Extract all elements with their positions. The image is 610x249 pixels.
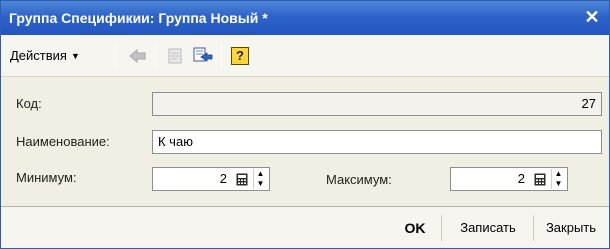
- min-spinner[interactable]: ▲ ▼: [253, 169, 267, 189]
- title-bar[interactable]: Группа Спецификии: Группа Новый * ✕: [1, 1, 609, 35]
- calculator-icon[interactable]: [532, 170, 548, 188]
- close-button[interactable]: Закрыть: [536, 207, 606, 249]
- form-body: Код: 27 Наименование: К чаю Минимум: 2 ▲…: [1, 78, 609, 206]
- calculator-icon[interactable]: [234, 170, 250, 188]
- actions-menu-button[interactable]: Действия ▼: [7, 46, 83, 66]
- toolbar: Действия ▼ ?: [1, 35, 609, 77]
- arrow-left-icon[interactable]: [127, 45, 149, 67]
- toolbar-separator: [221, 44, 222, 68]
- ok-button[interactable]: OK: [393, 207, 437, 249]
- toolbar-separator: [115, 44, 116, 68]
- footer-separator: [533, 215, 534, 241]
- window-title: Группа Спецификии: Группа Новый *: [9, 10, 268, 26]
- code-field[interactable]: 27: [152, 92, 602, 116]
- close-icon[interactable]: ✕: [581, 6, 603, 28]
- save-button[interactable]: Записать: [445, 207, 531, 249]
- document-icon[interactable]: [164, 45, 186, 67]
- code-label: Код:: [16, 96, 42, 111]
- name-label: Наименование:: [16, 134, 110, 149]
- chevron-down-icon: ▼: [70, 51, 80, 61]
- max-label: Максимум:: [326, 172, 392, 187]
- toolbar-separator: [155, 44, 156, 68]
- min-label: Минимум:: [16, 170, 77, 185]
- refresh-icon[interactable]: [192, 45, 214, 67]
- actions-label: Действия: [10, 48, 67, 63]
- max-spinner[interactable]: ▲ ▼: [551, 169, 565, 189]
- name-field[interactable]: К чаю: [152, 130, 602, 154]
- footer-bar: OK Записать Закрыть: [1, 206, 609, 248]
- footer-separator: [441, 215, 442, 241]
- dialog-window: Группа Спецификии: Группа Новый * ✕ Дейс…: [0, 0, 610, 249]
- max-value: 2: [517, 171, 525, 186]
- help-button[interactable]: ?: [229, 45, 251, 67]
- help-icon: ?: [231, 47, 249, 65]
- min-value: 2: [219, 171, 227, 186]
